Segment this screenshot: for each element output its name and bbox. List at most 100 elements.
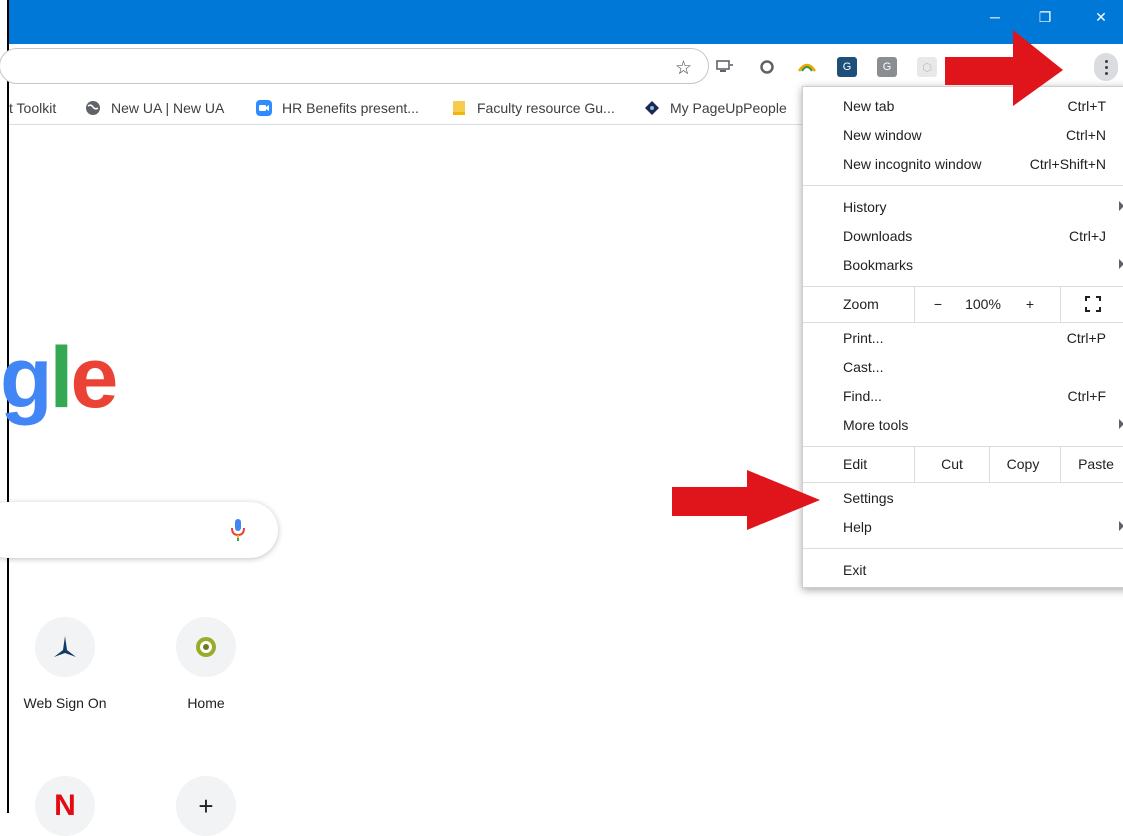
- google-logo: gle: [0, 330, 118, 426]
- menu-shortcut: Ctrl+J: [1069, 228, 1106, 244]
- menu-label: Print...: [843, 330, 884, 346]
- submenu-arrow-icon: [1119, 201, 1123, 211]
- folder-note-icon: [451, 100, 467, 116]
- shield-extension-icon[interactable]: G: [837, 57, 857, 77]
- menu-item-downloads[interactable]: Downloads Ctrl+J: [803, 222, 1123, 251]
- fullscreen-button[interactable]: [1078, 286, 1108, 322]
- zoom-divider: [1060, 286, 1061, 322]
- rainbow-extension-icon[interactable]: [797, 57, 817, 77]
- netflix-icon: N: [54, 789, 76, 822]
- bookmark-label: t Toolkit: [9, 100, 57, 116]
- menu-label: New tab: [843, 98, 895, 114]
- menu-shortcut: Ctrl+N: [1065, 127, 1106, 143]
- shortcut-netflix[interactable]: N: [9, 776, 121, 836]
- menu-label: Find...: [843, 388, 882, 404]
- menu-item-exit[interactable]: Exit: [803, 556, 1123, 585]
- menu-item-bookmarks[interactable]: Bookmarks: [803, 251, 1123, 280]
- bookmark-star-icon[interactable]: ☆: [675, 57, 692, 80]
- menu-separator: [803, 322, 1123, 323]
- chrome-menu-button[interactable]: [1094, 53, 1118, 81]
- menu-item-history[interactable]: History: [803, 193, 1123, 222]
- shortcut-web-sign-on[interactable]: Web Sign On: [9, 617, 121, 711]
- menu-item-cast[interactable]: Cast...: [803, 353, 1123, 382]
- zoom-in-button[interactable]: +: [1015, 286, 1045, 322]
- edit-label: Edit: [843, 456, 868, 472]
- tile-icon-circle: N: [35, 776, 95, 836]
- paste-button[interactable]: Paste: [1061, 446, 1123, 482]
- menu-label: More tools: [843, 417, 909, 433]
- copy-button[interactable]: Copy: [990, 446, 1056, 482]
- microphone-icon[interactable]: [231, 519, 245, 546]
- cast-extension-icon[interactable]: [715, 57, 735, 77]
- menu-label: New window: [843, 127, 922, 143]
- menu-label: Cast...: [843, 359, 884, 375]
- menu-label: Settings: [843, 490, 894, 506]
- menu-shortcut: Ctrl+Shift+N: [1029, 156, 1106, 172]
- dot-icon: [1104, 71, 1108, 75]
- tile-icon-circle: [176, 617, 236, 677]
- address-bar[interactable]: [0, 48, 709, 84]
- menu-item-more-tools[interactable]: More tools: [803, 411, 1123, 440]
- grammar-extension-icon[interactable]: G: [877, 57, 897, 77]
- menu-item-settings[interactable]: Settings: [803, 484, 1123, 513]
- submenu-arrow-icon: [1119, 259, 1123, 269]
- zoom-level: 100%: [965, 296, 1001, 312]
- restore-button[interactable]: ❐: [1022, 0, 1068, 34]
- menu-separator: [803, 548, 1123, 549]
- menu-label: Bookmarks: [843, 257, 914, 273]
- circle-extension-icon[interactable]: [757, 57, 777, 77]
- zoom-row: Zoom − 100% +: [803, 286, 1123, 322]
- bookmark-new-ua[interactable]: New UA | New UA: [85, 92, 224, 124]
- zoom-video-icon: [256, 100, 272, 116]
- menu-shortcut: Ctrl+P: [1066, 330, 1106, 346]
- tile-icon-circle: [35, 617, 95, 677]
- seal-icon: [196, 637, 216, 657]
- menu-item-print[interactable]: Print... Ctrl+P: [803, 324, 1123, 353]
- tile-icon-circle: +: [176, 776, 236, 836]
- shortcut-label: Home: [187, 695, 225, 711]
- menu-item-new-window[interactable]: New window Ctrl+N: [803, 121, 1123, 150]
- menu-label: Exit: [843, 562, 867, 578]
- shortcut-label: Web Sign On: [23, 695, 107, 711]
- annotation-arrow-settings-icon: [672, 470, 820, 530]
- bookmark-label: New UA | New UA: [111, 100, 225, 116]
- submenu-arrow-icon: [1119, 521, 1123, 531]
- bookmark-pageuppeople[interactable]: My PageUpPeople: [644, 92, 787, 124]
- bookmark-toolkit[interactable]: t Toolkit: [9, 92, 56, 124]
- menu-separator: [803, 185, 1123, 186]
- plus-icon: +: [198, 790, 214, 821]
- annotation-arrow-top-icon: [945, 30, 1063, 106]
- menu-label: History: [843, 199, 887, 215]
- diamond-icon: [644, 100, 660, 116]
- zoom-out-button[interactable]: −: [923, 286, 953, 322]
- globe-icon: [85, 100, 101, 116]
- dot-icon: [1104, 65, 1108, 69]
- minimize-button[interactable]: ─: [972, 0, 1018, 34]
- bookmark-label: My PageUpPeople: [670, 100, 787, 116]
- menu-label: Downloads: [843, 228, 913, 244]
- cut-button[interactable]: Cut: [915, 446, 989, 482]
- tri-arrow-icon: [54, 636, 76, 657]
- faded-extension-icon[interactable]: ⬡: [917, 57, 937, 77]
- menu-separator: [803, 482, 1123, 483]
- menu-shortcut: Ctrl+F: [1067, 388, 1107, 404]
- zoom-label: Zoom: [843, 296, 879, 312]
- browser-window: ─ ❐ ✕ ☆ G G ⬡ t Toolkit New UA | New UA …: [0, 0, 1123, 836]
- menu-shortcut: Ctrl+T: [1067, 98, 1107, 114]
- bookmark-hr-benefits[interactable]: HR Benefits present...: [256, 92, 419, 124]
- chrome-menu: New tab Ctrl+T New window Ctrl+N New incog…: [802, 86, 1123, 588]
- bookmark-label: HR Benefits present...: [282, 100, 419, 116]
- menu-item-find[interactable]: Find... Ctrl+F: [803, 382, 1123, 411]
- add-shortcut[interactable]: +: [150, 776, 262, 836]
- close-button[interactable]: ✕: [1078, 0, 1123, 34]
- bookmark-label: Faculty resource Gu...: [477, 100, 615, 116]
- shortcut-home[interactable]: Home: [150, 617, 262, 711]
- search-box[interactable]: [0, 502, 278, 558]
- menu-label: Help: [843, 519, 872, 535]
- menu-item-new-incognito[interactable]: New incognito window Ctrl+Shift+N: [803, 150, 1123, 179]
- menu-label: New incognito window: [843, 156, 982, 172]
- bookmark-faculty-resource[interactable]: Faculty resource Gu...: [451, 92, 615, 124]
- zoom-divider: [914, 286, 915, 322]
- menu-item-help[interactable]: Help: [803, 513, 1123, 542]
- submenu-arrow-icon: [1119, 419, 1123, 429]
